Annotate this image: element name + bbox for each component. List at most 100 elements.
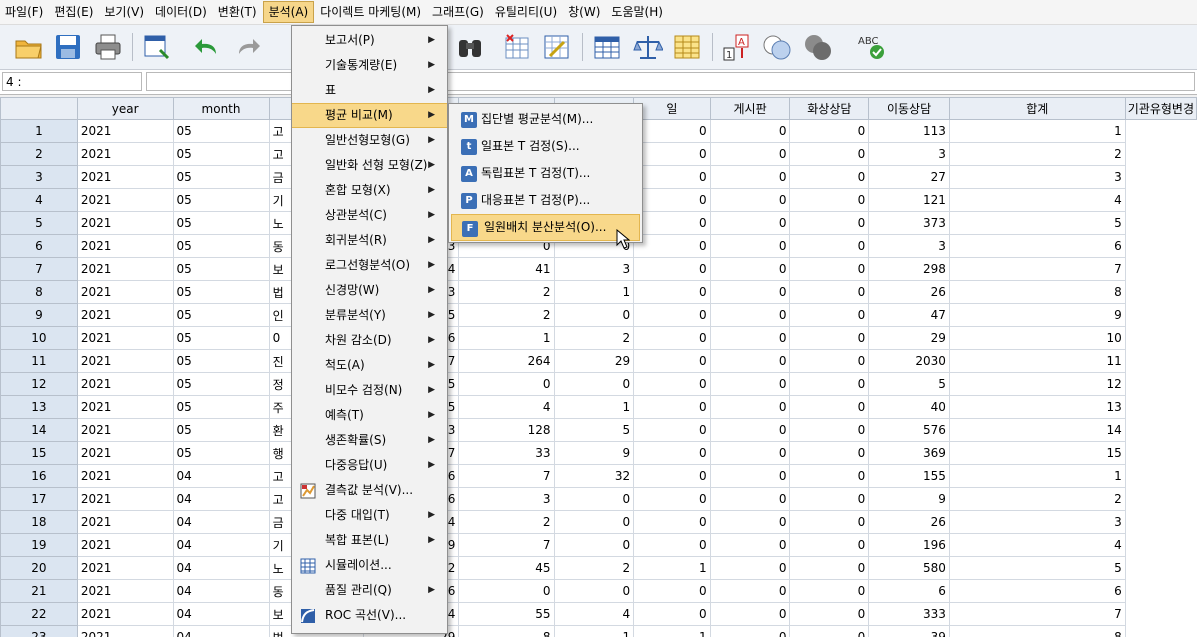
- table-cell[interactable]: 2021: [76, 349, 174, 373]
- table-cell[interactable]: 2021: [76, 280, 174, 304]
- table-cell[interactable]: 6: [948, 234, 1126, 258]
- table-cell[interactable]: 0: [709, 234, 791, 258]
- table-cell[interactable]: 2021: [76, 579, 174, 603]
- table-cell[interactable]: 0: [789, 441, 870, 465]
- table-cell[interactable]: 1: [633, 556, 711, 580]
- compare-means-item-0[interactable]: M 집단별 평균분석(M)...: [449, 106, 642, 133]
- column-header[interactable]: 화상상담: [789, 97, 870, 120]
- table-cell[interactable]: 0: [789, 556, 870, 580]
- table-cell[interactable]: 2021: [76, 464, 174, 488]
- table-cell[interactable]: 2021: [76, 188, 174, 212]
- table-cell[interactable]: 05: [172, 418, 270, 442]
- table-cell[interactable]: 0: [633, 533, 711, 557]
- table-cell[interactable]: 6: [948, 579, 1126, 603]
- menu-item-6[interactable]: 다이렉트 마케팅(M): [315, 1, 426, 23]
- row-header[interactable]: 22: [0, 602, 78, 626]
- split-file-icon[interactable]: [672, 32, 702, 62]
- table-cell[interactable]: 0: [633, 418, 711, 442]
- table-cell[interactable]: 373: [868, 211, 950, 235]
- redo-icon[interactable]: [233, 32, 263, 62]
- table-cell[interactable]: 32: [553, 464, 635, 488]
- table-cell[interactable]: 4: [948, 533, 1126, 557]
- table-cell[interactable]: 05: [172, 165, 270, 189]
- row-header[interactable]: 13: [0, 395, 78, 419]
- table-cell[interactable]: 0: [789, 533, 870, 557]
- menu-item-8[interactable]: 유틸리티(U): [490, 1, 562, 23]
- table-cell[interactable]: 1: [948, 464, 1126, 488]
- table-cell[interactable]: 05: [172, 441, 270, 465]
- table-cell[interactable]: 05: [172, 257, 270, 281]
- table-cell[interactable]: 2021: [76, 395, 174, 419]
- table-cell[interactable]: 05: [172, 349, 270, 373]
- table-cell[interactable]: 9: [868, 487, 950, 511]
- recall-dialog-icon[interactable]: [142, 32, 172, 62]
- table-cell[interactable]: 7: [948, 257, 1126, 281]
- table-cell[interactable]: 5: [868, 372, 950, 396]
- row-header[interactable]: 8: [0, 280, 78, 304]
- row-header[interactable]: 3: [0, 165, 78, 189]
- table-cell[interactable]: 2021: [76, 303, 174, 327]
- compare-means-item-4[interactable]: F 일원배치 분산분석(O)...: [451, 214, 640, 241]
- table-cell[interactable]: 128: [458, 418, 555, 442]
- table-cell[interactable]: 04: [172, 510, 270, 534]
- row-header[interactable]: 18: [0, 510, 78, 534]
- table-cell[interactable]: 55: [458, 602, 555, 626]
- table-cell[interactable]: 2021: [76, 510, 174, 534]
- table-cell[interactable]: 0: [553, 579, 635, 603]
- table-cell[interactable]: 0: [709, 602, 791, 626]
- table-cell[interactable]: 0: [633, 211, 711, 235]
- row-header[interactable]: 23: [0, 625, 78, 637]
- table-cell[interactable]: 2: [458, 280, 555, 304]
- table-cell[interactable]: 04: [172, 625, 270, 637]
- table-cell[interactable]: 26: [868, 280, 950, 304]
- table-cell[interactable]: 2021: [76, 257, 174, 281]
- cell-reference[interactable]: 4 :: [2, 72, 142, 91]
- table-cell[interactable]: 0: [709, 280, 791, 304]
- row-header[interactable]: 14: [0, 418, 78, 442]
- table-cell[interactable]: 0: [789, 349, 870, 373]
- table-cell[interactable]: 2021: [76, 418, 174, 442]
- table-cell[interactable]: 580: [868, 556, 950, 580]
- table-cell[interactable]: 1: [553, 395, 635, 419]
- table-cell[interactable]: 5: [553, 418, 635, 442]
- table-cell[interactable]: 40: [868, 395, 950, 419]
- table-cell[interactable]: 05: [172, 211, 270, 235]
- table-cell[interactable]: 0: [633, 119, 711, 143]
- table-cell[interactable]: 0: [709, 487, 791, 511]
- table-cell[interactable]: 05: [172, 303, 270, 327]
- undo-icon[interactable]: [192, 32, 222, 62]
- table-cell[interactable]: 0: [789, 372, 870, 396]
- row-header[interactable]: 11: [0, 349, 78, 373]
- analyze-menu-item-6[interactable]: 혼합 모형(X) ▶: [292, 178, 447, 203]
- table-cell[interactable]: 0: [789, 165, 870, 189]
- row-header[interactable]: 10: [0, 326, 78, 350]
- menu-item-10[interactable]: 도움말(H): [606, 1, 668, 23]
- show-all-variables-icon[interactable]: [803, 32, 833, 62]
- table-cell[interactable]: 0: [633, 441, 711, 465]
- table-cell[interactable]: 3: [948, 510, 1126, 534]
- menu-item-4[interactable]: 변환(T): [213, 1, 262, 23]
- table-cell[interactable]: 05: [172, 142, 270, 166]
- table-cell[interactable]: 0: [709, 326, 791, 350]
- analyze-menu-item-15[interactable]: 예측(T) ▶: [292, 403, 447, 428]
- analyze-menu-item-8[interactable]: 회귀분석(R) ▶: [292, 228, 447, 253]
- table-cell[interactable]: 0: [709, 257, 791, 281]
- analyze-menu-item-1[interactable]: 기술통계량(E) ▶: [292, 53, 447, 78]
- analyze-menu-item-5[interactable]: 일반화 선형 모형(Z) ▶: [292, 153, 447, 178]
- table-cell[interactable]: 2021: [76, 441, 174, 465]
- table-cell[interactable]: 7: [948, 602, 1126, 626]
- table-cell[interactable]: 2021: [76, 142, 174, 166]
- table-cell[interactable]: 0: [709, 533, 791, 557]
- table-cell[interactable]: 04: [172, 533, 270, 557]
- find-binoculars-icon[interactable]: [455, 32, 485, 62]
- table-cell[interactable]: 0: [709, 418, 791, 442]
- menu-item-7[interactable]: 그래프(G): [427, 1, 489, 23]
- compare-means-item-1[interactable]: t 일표본 T 검정(S)...: [449, 133, 642, 160]
- table-cell[interactable]: 1: [948, 119, 1126, 143]
- table-cell[interactable]: 15: [948, 441, 1126, 465]
- table-cell[interactable]: 0: [709, 303, 791, 327]
- table-cell[interactable]: 0: [789, 280, 870, 304]
- table-cell[interactable]: 29: [553, 349, 635, 373]
- table-cell[interactable]: 6: [868, 579, 950, 603]
- row-header[interactable]: 20: [0, 556, 78, 580]
